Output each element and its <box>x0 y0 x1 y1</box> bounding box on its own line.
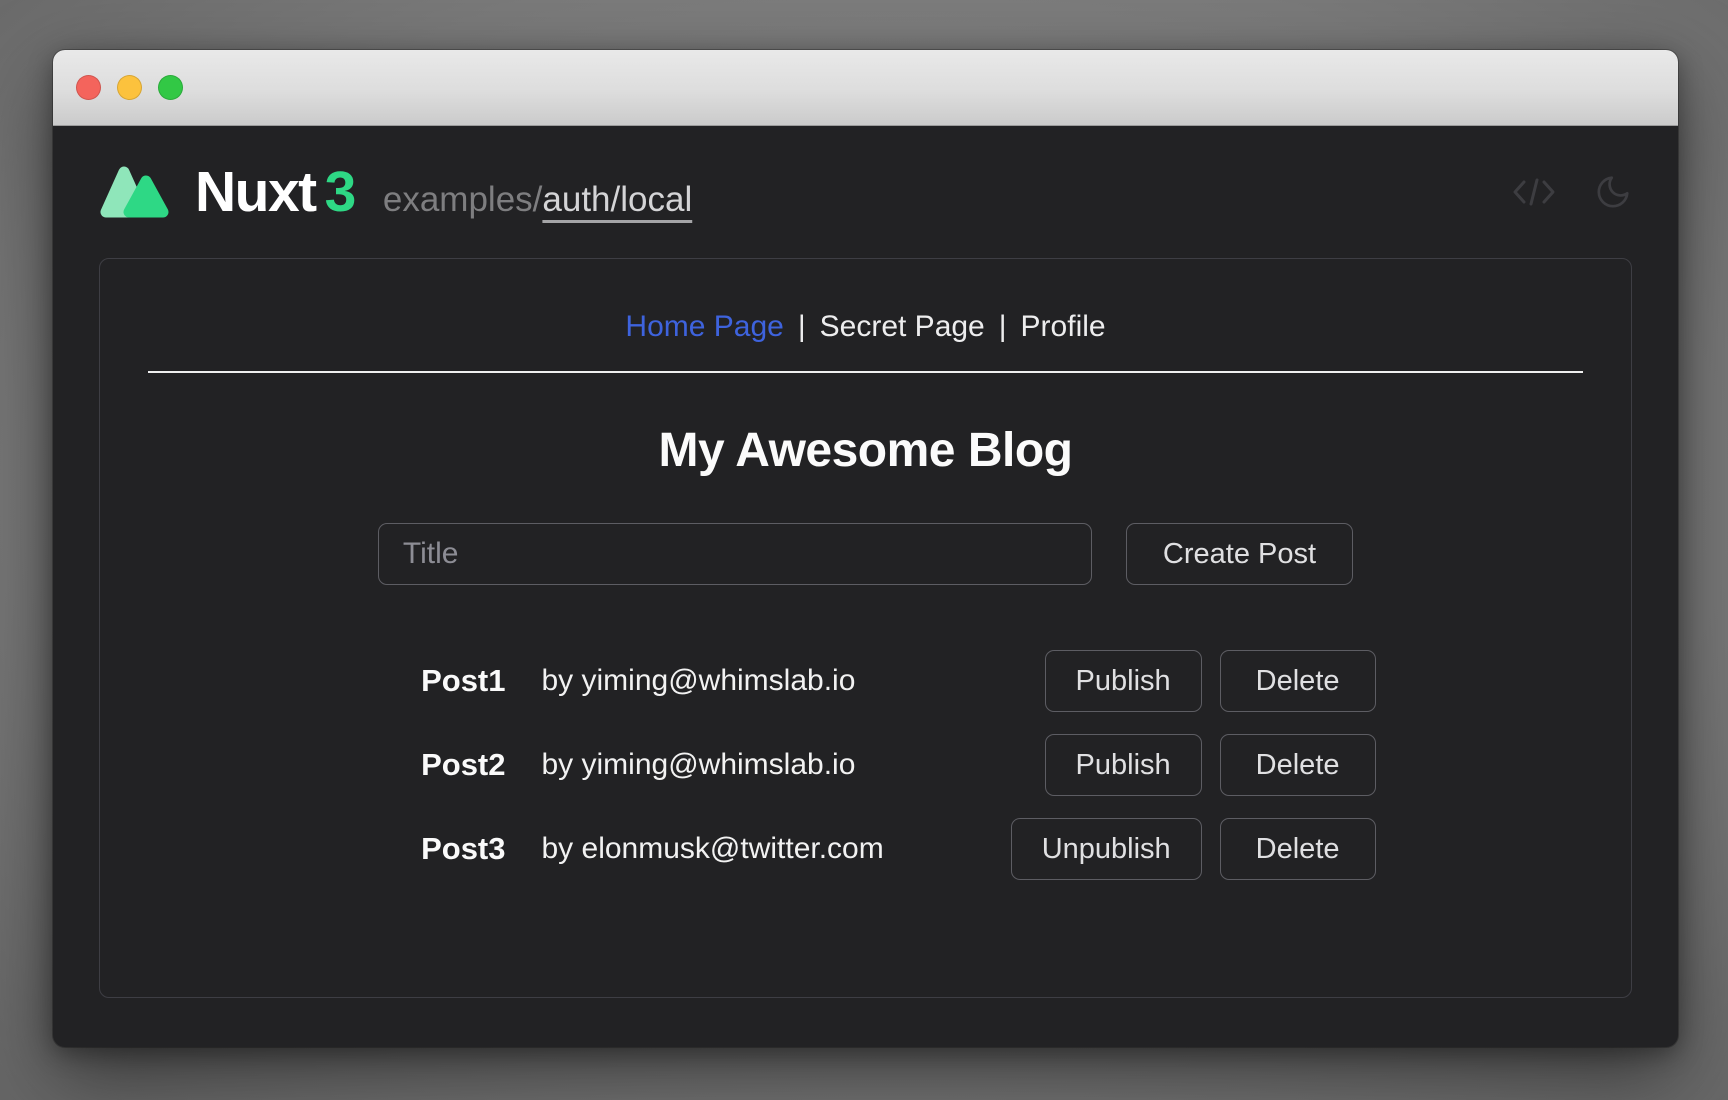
create-post-button[interactable]: Create Post <box>1126 523 1353 585</box>
minimize-window-button[interactable] <box>117 75 142 100</box>
nav-separator: | <box>798 310 806 343</box>
post-row: Post1 by yiming@whimslab.io Publish Dele… <box>356 649 1376 713</box>
delete-button[interactable]: Delete <box>1220 818 1376 880</box>
nuxt-logo-icon <box>99 162 173 222</box>
window-controls <box>76 75 183 100</box>
code-icon[interactable] <box>1512 176 1556 208</box>
content-card: Home Page | Secret Page | Profile My Awesome… <box>99 258 1632 998</box>
publish-button[interactable]: Publish <box>1045 734 1202 796</box>
delete-button[interactable]: Delete <box>1220 650 1376 712</box>
post-actions: Unpublish Delete <box>1011 818 1376 880</box>
post-list: Post1 by yiming@whimslab.io Publish Dele… <box>356 649 1376 881</box>
nav-link-profile[interactable]: Profile <box>1021 310 1106 343</box>
post-author: by yiming@whimslab.io <box>542 748 1009 782</box>
breadcrumb-link[interactable]: auth/local <box>542 180 692 219</box>
window-titlebar[interactable] <box>53 50 1678 126</box>
breadcrumb-prefix: examples/ <box>383 180 543 219</box>
post-actions: Publish Delete <box>1045 734 1376 796</box>
desktop-background: Nuxt3 examples/auth/local <box>0 0 1728 1100</box>
brand-name: Nuxt3 <box>195 164 355 221</box>
zoom-window-button[interactable] <box>158 75 183 100</box>
nav-link-secret[interactable]: Secret Page <box>820 310 985 343</box>
unpublish-button[interactable]: Unpublish <box>1011 818 1202 880</box>
title-input[interactable] <box>378 523 1092 585</box>
nav-link-home[interactable]: Home Page <box>625 310 783 343</box>
breadcrumb: examples/auth/local <box>383 182 692 217</box>
app-header: Nuxt3 examples/auth/local <box>53 126 1678 258</box>
brand-text: Nuxt3 examples/auth/local <box>195 164 692 221</box>
header-actions <box>1512 173 1632 211</box>
brand-group: Nuxt3 examples/auth/local <box>99 162 692 222</box>
post-title: Post3 <box>356 831 506 867</box>
post-row: Post3 by elonmusk@twitter.com Unpublish … <box>356 817 1376 881</box>
app-window: Nuxt3 examples/auth/local <box>53 50 1678 1047</box>
post-author: by yiming@whimslab.io <box>542 664 1009 698</box>
post-title: Post2 <box>356 747 506 783</box>
brand-version: 3 <box>325 160 355 224</box>
create-post-form: Create Post <box>100 523 1631 585</box>
main-nav: Home Page | Secret Page | Profile <box>100 309 1631 345</box>
post-actions: Publish Delete <box>1045 650 1376 712</box>
page-title: My Awesome Blog <box>100 423 1631 479</box>
nav-separator: | <box>999 310 1007 343</box>
nav-divider <box>148 371 1583 373</box>
post-row: Post2 by yiming@whimslab.io Publish Dele… <box>356 733 1376 797</box>
post-author: by elonmusk@twitter.com <box>542 832 975 866</box>
post-title: Post1 <box>356 663 506 699</box>
delete-button[interactable]: Delete <box>1220 734 1376 796</box>
close-window-button[interactable] <box>76 75 101 100</box>
publish-button[interactable]: Publish <box>1045 650 1202 712</box>
moon-icon[interactable] <box>1594 173 1632 211</box>
